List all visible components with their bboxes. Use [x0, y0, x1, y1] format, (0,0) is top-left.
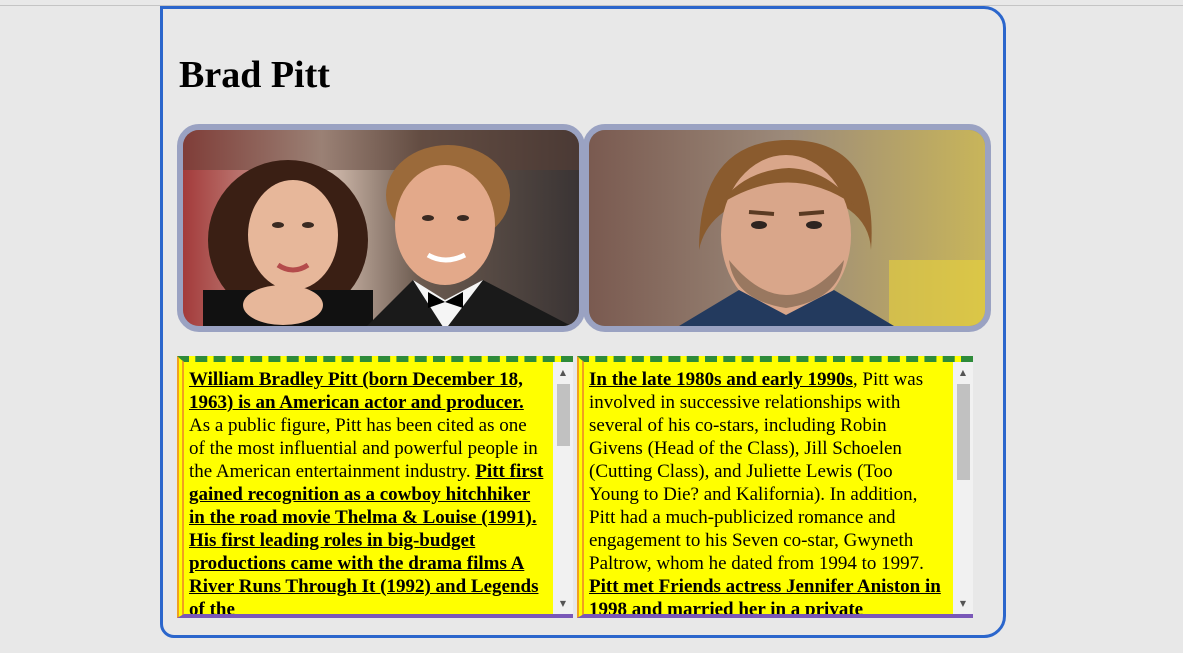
- bio-scrollbar[interactable]: ▲ ▼: [553, 362, 573, 614]
- scroll-up-arrow-icon[interactable]: ▲: [953, 364, 973, 381]
- relationships-scrollbar[interactable]: ▲ ▼: [953, 362, 973, 614]
- profile-card: Brad Pitt William Bradley Pitt (born Dec…: [160, 6, 1006, 638]
- scroll-thumb[interactable]: [957, 384, 970, 480]
- bio-intro-link[interactable]: William Bradley Pitt (born December 18, …: [189, 369, 524, 413]
- bio-text-box[interactable]: William Bradley Pitt (born December 18, …: [177, 356, 573, 618]
- photo-portrait-image: [589, 130, 985, 326]
- photo-couple-image: [183, 130, 579, 326]
- bio-career-link[interactable]: Pitt first gained recognition as a cowbo…: [189, 461, 543, 614]
- scroll-down-arrow-icon[interactable]: ▼: [553, 595, 573, 612]
- relationships-plain-text: , Pitt was involved in successive relati…: [589, 369, 924, 574]
- scroll-thumb[interactable]: [557, 384, 570, 446]
- scroll-down-arrow-icon[interactable]: ▼: [953, 595, 973, 612]
- relationships-intro-link[interactable]: In the late 1980s and early 1990s: [589, 369, 853, 390]
- relationships-aniston-link[interactable]: Pitt met Friends actress Jennifer Anisto…: [589, 576, 941, 614]
- scroll-up-arrow-icon[interactable]: ▲: [553, 364, 573, 381]
- relationships-text-box[interactable]: In the late 1980s and early 1990s, Pitt …: [577, 356, 973, 618]
- photo-couple: [177, 124, 585, 332]
- bio-text: William Bradley Pitt (born December 18, …: [189, 368, 545, 614]
- page-title: Brad Pitt: [179, 54, 330, 96]
- photo-portrait: [583, 124, 991, 332]
- relationships-text: In the late 1980s and early 1990s, Pitt …: [589, 368, 945, 614]
